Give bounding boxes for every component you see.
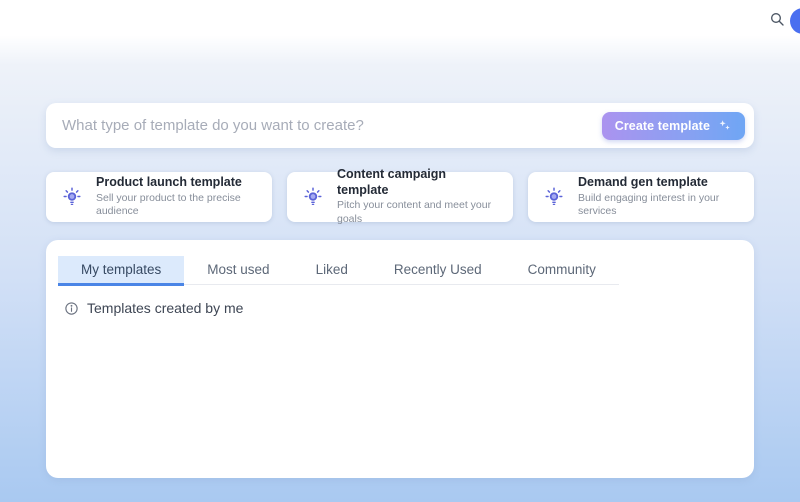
suggestion-card-product-launch[interactable]: Product launch template Sell your produc… xyxy=(46,172,272,222)
tab-community[interactable]: Community xyxy=(505,256,619,284)
tab-most-used[interactable]: Most used xyxy=(184,256,292,284)
card-subtitle: Build engaging interest in your services xyxy=(578,192,739,219)
search-icon xyxy=(769,11,785,27)
card-subtitle: Sell your product to the precise audienc… xyxy=(96,192,257,219)
create-template-button[interactable]: Create template xyxy=(602,112,745,140)
card-subtitle: Pitch your content and meet your goals xyxy=(337,199,498,226)
template-prompt-input[interactable] xyxy=(62,117,602,134)
empty-state-message: Templates created by me xyxy=(87,300,243,316)
tab-recently-used[interactable]: Recently Used xyxy=(371,256,505,284)
tab-my-templates[interactable]: My templates xyxy=(58,256,184,284)
suggestion-cards: Product launch template Sell your produc… xyxy=(46,172,754,222)
card-text: Demand gen template Build engaging inter… xyxy=(578,175,739,219)
card-title: Demand gen template xyxy=(578,175,739,191)
avatar[interactable] xyxy=(790,8,800,34)
suggestion-card-content-campaign[interactable]: Content campaign template Pitch your con… xyxy=(287,172,513,222)
templates-tab-bar: My templates Most used Liked Recently Us… xyxy=(58,256,619,285)
search-button[interactable] xyxy=(768,10,786,28)
info-icon xyxy=(64,301,79,316)
top-bar xyxy=(0,0,800,36)
card-text: Product launch template Sell your produc… xyxy=(96,175,257,219)
empty-state-row: Templates created by me xyxy=(64,300,742,316)
card-title: Content campaign template xyxy=(337,167,498,198)
suggestion-card-demand-gen[interactable]: Demand gen template Build engaging inter… xyxy=(528,172,754,222)
card-text: Content campaign template Pitch your con… xyxy=(337,167,498,227)
template-prompt-bar: Create template xyxy=(46,103,754,148)
create-template-label: Create template xyxy=(615,119,710,133)
card-title: Product launch template xyxy=(96,175,257,191)
lightbulb-icon xyxy=(61,186,83,208)
lightbulb-icon xyxy=(543,186,565,208)
tab-liked[interactable]: Liked xyxy=(293,256,371,284)
sparkles-icon xyxy=(717,118,732,133)
lightbulb-icon xyxy=(302,186,324,208)
templates-panel: My templates Most used Liked Recently Us… xyxy=(46,240,754,478)
